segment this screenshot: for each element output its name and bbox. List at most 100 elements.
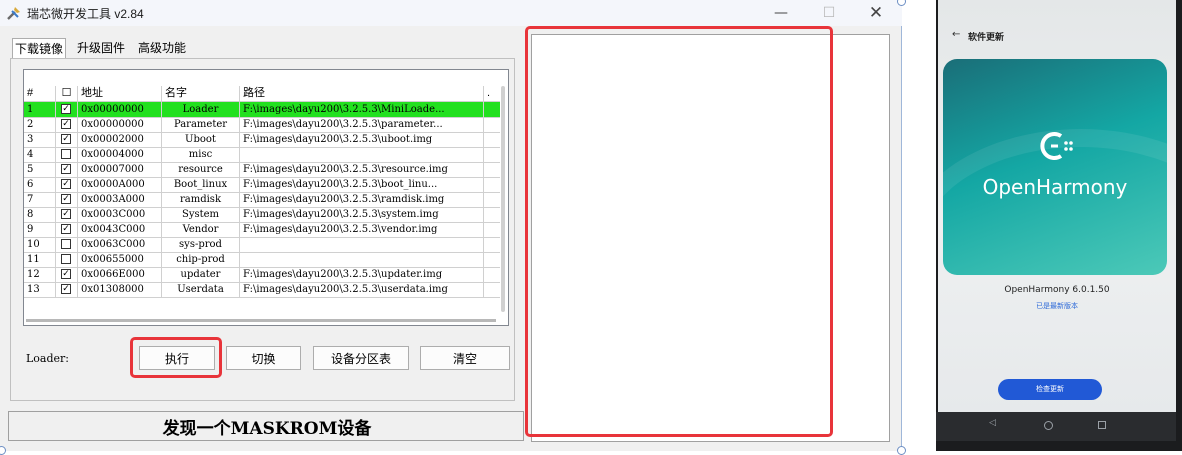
- table-row[interactable]: 6 0x0000A000 Boot_linux F:\images\dayu200\3…: [24, 177, 500, 193]
- close-button[interactable]: ✕: [862, 3, 890, 23]
- partition-table-button[interactable]: 设备分区表: [313, 346, 409, 370]
- row-checkbox[interactable]: ✓: [61, 134, 71, 144]
- row-more-cell: [484, 162, 500, 177]
- tab-advanced[interactable]: 高级功能: [136, 38, 188, 57]
- row-number: 9: [24, 222, 56, 237]
- row-path: F:\images\dayu200\3.2.5.3\system.img: [240, 207, 484, 222]
- nav-back-icon[interactable]: ◁: [989, 418, 996, 428]
- row-number: 13: [24, 282, 56, 297]
- table-row[interactable]: 7 0x0003A000 ramdisk F:\images\dayu200\3.2.…: [24, 192, 500, 208]
- title-bar[interactable]: 瑞芯微开发工具 v2.84 — ☐ ✕: [0, 0, 902, 26]
- row-check-cell: ✓: [56, 222, 78, 237]
- col-check-header[interactable]: ☐: [56, 86, 78, 101]
- row-name: chip-prod: [162, 252, 240, 267]
- row-checkbox[interactable]: ✓: [61, 179, 71, 189]
- row-address: 0x0000A000: [78, 177, 162, 192]
- table-row[interactable]: 13 0x01308000 Userdata F:\images\dayu200\3.…: [24, 282, 500, 298]
- table-row[interactable]: 2 0x00000000 Parameter F:\images\dayu200\3.…: [24, 117, 500, 133]
- row-check-cell: ✓: [56, 282, 78, 297]
- window-title: 瑞芯微开发工具 v2.84: [27, 7, 144, 21]
- row-more-cell: [484, 102, 500, 117]
- row-name: Boot_linux: [162, 177, 240, 192]
- check-update-button[interactable]: 检查更新: [998, 379, 1102, 400]
- row-number: 11: [24, 252, 56, 267]
- row-checkbox[interactable]: ✓: [61, 194, 71, 204]
- row-number: 2: [24, 117, 56, 132]
- maximize-button[interactable]: ☐: [815, 3, 843, 23]
- status-bar: 发现一个MASKROM设备: [8, 411, 524, 441]
- table-row[interactable]: 8 0x0003C000 System F:\images\dayu200\3.2.5…: [24, 207, 500, 223]
- row-checkbox[interactable]: ✓: [61, 224, 71, 234]
- row-address: 0x0003C000: [78, 207, 162, 222]
- row-path: F:\images\dayu200\3.2.5.3\userdata.img: [240, 282, 484, 297]
- row-name: resource: [162, 162, 240, 177]
- nav-recent-icon[interactable]: [1098, 421, 1106, 429]
- clear-button[interactable]: 清空: [420, 346, 510, 370]
- row-more-cell: [484, 177, 500, 192]
- partition-table[interactable]: # ☐ 地址 名字 路径 . 1 0x00000000 Loader F:\image…: [23, 69, 509, 326]
- row-name: misc: [162, 147, 240, 162]
- horizontal-scrollbar[interactable]: [26, 319, 496, 322]
- row-more-cell: [484, 132, 500, 147]
- row-check-cell: [56, 252, 78, 267]
- row-check-cell: ✓: [56, 162, 78, 177]
- row-checkbox[interactable]: ✓: [61, 284, 71, 294]
- resize-handle-top-right[interactable]: [897, 0, 906, 6]
- vertical-scrollbar[interactable]: [501, 86, 505, 312]
- phone-screen: ← 软件更新 OpenHarmony OpenHarmony 6.0.1.50 …: [938, 0, 1176, 441]
- row-number: 5: [24, 162, 56, 177]
- col-path-header[interactable]: 路径: [240, 86, 484, 101]
- row-more-cell: [484, 192, 500, 207]
- row-number: 6: [24, 177, 56, 192]
- table-row[interactable]: 5 0x00007000 resource F:\images\dayu200\3.2…: [24, 162, 500, 178]
- execute-highlight-box: [130, 337, 222, 378]
- row-checkbox[interactable]: ✓: [61, 269, 71, 279]
- row-name: System: [162, 207, 240, 222]
- row-checkbox[interactable]: ✓: [61, 209, 71, 219]
- row-check-cell: ✓: [56, 102, 78, 117]
- table-row[interactable]: 4 0x00004000 misc: [24, 147, 500, 163]
- col-more-header[interactable]: .: [484, 86, 500, 101]
- col-address-header[interactable]: 地址: [78, 86, 162, 101]
- row-path: F:\images\dayu200\3.2.5.3\updater.img: [240, 267, 484, 282]
- row-checkbox[interactable]: [61, 239, 71, 249]
- row-number: 12: [24, 267, 56, 282]
- minimize-button[interactable]: —: [767, 3, 795, 23]
- tab-download-image[interactable]: 下载镜像: [12, 38, 67, 59]
- row-path: F:\images\dayu200\3.2.5.3\resource.img: [240, 162, 484, 177]
- row-number: 4: [24, 147, 56, 162]
- tab-upgrade-firmware[interactable]: 升级固件: [75, 38, 127, 57]
- switch-button[interactable]: 切换: [226, 346, 301, 370]
- row-number: 10: [24, 237, 56, 252]
- row-more-cell: [484, 222, 500, 237]
- back-arrow-icon: ←: [952, 29, 961, 40]
- row-more-cell: [484, 237, 500, 252]
- row-number: 1: [24, 102, 56, 117]
- nav-home-icon[interactable]: [1044, 421, 1053, 430]
- row-checkbox[interactable]: ✓: [61, 104, 71, 114]
- row-check-cell: ✓: [56, 177, 78, 192]
- row-address: 0x00000000: [78, 117, 162, 132]
- table-row[interactable]: 10 0x0063C000 sys-prod: [24, 237, 500, 253]
- row-name: sys-prod: [162, 237, 240, 252]
- row-number: 3: [24, 132, 56, 147]
- table-row[interactable]: 3 0x00002000 Uboot F:\images\dayu200\3.2.5.…: [24, 132, 500, 148]
- col-name-header[interactable]: 名字: [162, 86, 240, 101]
- row-checkbox[interactable]: [61, 149, 71, 159]
- row-path: F:\images\dayu200\3.2.5.3\vendor.img: [240, 222, 484, 237]
- row-checkbox[interactable]: ✓: [61, 164, 71, 174]
- table-row[interactable]: 1 0x00000000 Loader F:\images\dayu200\3.2.5…: [24, 102, 500, 118]
- row-more-cell: [484, 147, 500, 162]
- table-row[interactable]: 11 0x00655000 chip-prod: [24, 252, 500, 268]
- row-more-cell: [484, 282, 500, 297]
- row-name: ramdisk: [162, 192, 240, 207]
- table-row[interactable]: 9 0x0043C000 Vendor F:\images\dayu200\3.2.5…: [24, 222, 500, 238]
- screen-title: 软件更新: [968, 33, 1005, 43]
- row-checkbox[interactable]: ✓: [61, 119, 71, 129]
- table-row[interactable]: 12 0x0066E000 updater F:\images\dayu200\3.2…: [24, 267, 500, 283]
- row-check-cell: ✓: [56, 267, 78, 282]
- col-num-header[interactable]: #: [24, 86, 56, 101]
- row-number: 7: [24, 192, 56, 207]
- row-checkbox[interactable]: [61, 254, 71, 264]
- row-path: F:\images\dayu200\3.2.5.3\MiniLoade...: [240, 102, 484, 117]
